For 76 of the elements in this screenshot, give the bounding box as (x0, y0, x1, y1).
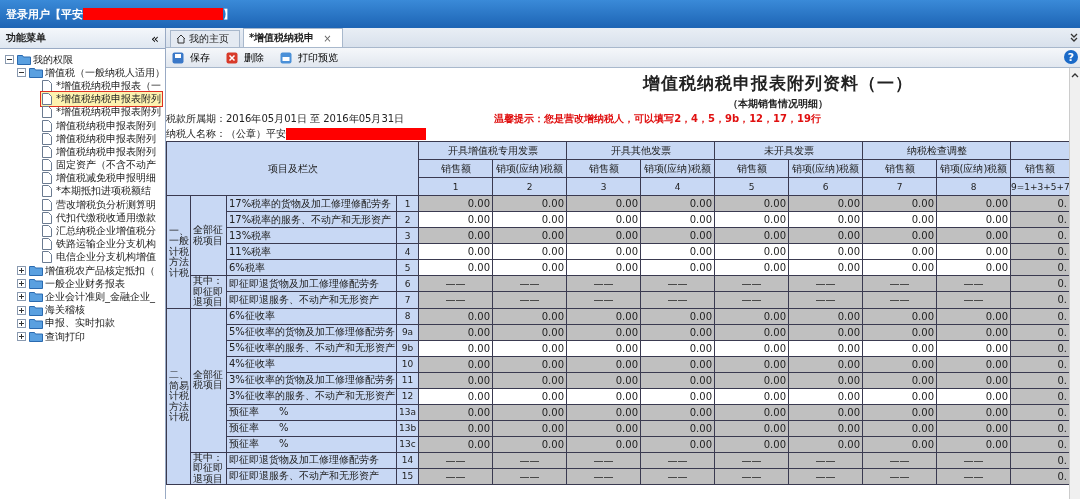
sidebar-title: 功能菜单 (6, 31, 46, 45)
expand-icon[interactable] (17, 266, 26, 276)
folder-icon (29, 304, 43, 316)
column-header: 项目及栏次 (166, 141, 419, 196)
document-icon (42, 106, 52, 119)
document-icon (42, 185, 52, 198)
help-icon[interactable]: ? (1064, 50, 1078, 64)
printer-icon (280, 51, 292, 64)
form-title: 增值税纳税申报表附列资料（一） (642, 72, 913, 95)
tree-item[interactable]: *增值税纳税申报表（一 (40, 77, 163, 94)
tree-folder[interactable]: 增值税农产品核定抵扣（ (45, 263, 155, 278)
collapse-icon[interactable] (17, 68, 26, 78)
folder-icon (17, 54, 31, 66)
expand-icon[interactable] (17, 292, 26, 302)
tab[interactable]: *增值税纳税申 × (243, 28, 343, 47)
tree-folder[interactable]: 增值税（一般纳税人适用） (45, 65, 165, 80)
folder-icon (29, 67, 43, 79)
subsection-label: 其中：即征即退项目 (193, 453, 224, 484)
tab[interactable]: 我的主页 (170, 30, 240, 47)
tree-folder[interactable]: 一般企业财务报表 (45, 276, 125, 291)
column-group-header: 开具增值税专用发票 (418, 141, 567, 160)
column-group-header: 未开具发票 (714, 141, 863, 160)
document-icon (42, 198, 52, 211)
subsection-label: 其中：即征即退项目 (193, 276, 224, 307)
expand-icon[interactable] (17, 332, 26, 342)
folder-icon (29, 278, 43, 290)
document-icon (42, 132, 52, 145)
login-user-label: 登录用户【平安 (6, 6, 83, 22)
login-user-suffix: 】 (223, 6, 234, 22)
save-icon (172, 51, 184, 64)
tree-folder[interactable]: 申报、实时扣款 (45, 316, 115, 331)
folder-icon (29, 265, 43, 277)
document-icon (42, 159, 52, 172)
collapse-sidebar-button[interactable]: « (151, 31, 159, 45)
tree-item[interactable]: 固定资产（不含不动产 (40, 157, 158, 174)
taxpayer-name-label: 纳税人名称：（公章）平安 (166, 126, 286, 141)
document-icon (42, 251, 52, 264)
chevron-down-icon[interactable] (1070, 33, 1078, 42)
toolbar-button[interactable]: 打印预览 (278, 50, 348, 65)
document-icon (42, 225, 52, 238)
toolbar-button[interactable]: 删除 (224, 50, 274, 65)
document-icon (42, 119, 52, 132)
home-icon (176, 34, 186, 44)
tree-item[interactable]: *增值税纳税申报表附列 (40, 91, 163, 108)
folder-icon (29, 291, 43, 303)
delete-icon (226, 51, 238, 64)
close-tab-button[interactable]: × (323, 32, 332, 44)
folder-icon (29, 317, 43, 329)
tree-folder[interactable]: 海关稽核 (45, 303, 85, 318)
subsection-label: 全部征税项目 (193, 369, 224, 391)
notice-text: 温馨提示：您是营改增纳税人，可以填写2，4，5，9b，12，17，19行 (494, 111, 821, 126)
column-group-header: 开具其他发票 (566, 141, 715, 160)
tree-folder[interactable]: 查询打印 (45, 329, 85, 344)
document-icon (42, 79, 52, 92)
folder-icon (29, 331, 43, 343)
document-icon (42, 145, 52, 158)
column-group-header: 纳税检查调整 (862, 141, 1011, 160)
document-icon (42, 238, 52, 251)
section-label: 二、简易计税方法计税 (169, 370, 189, 423)
scrollbar[interactable] (1069, 68, 1080, 499)
document-icon (42, 172, 52, 185)
tree-folder[interactable]: 企业会计准则_金融企业_ (45, 289, 155, 304)
expand-icon[interactable] (17, 305, 26, 315)
tree-folder[interactable]: 我的权限 (33, 52, 73, 67)
section-label: 一、一般计税方法计税 (169, 225, 189, 278)
tax-period: 税款所属期：2016年05月01日 至 2016年05月31日 (166, 111, 405, 126)
collapse-icon[interactable] (5, 55, 14, 65)
expand-icon[interactable] (17, 318, 26, 328)
expand-icon[interactable] (17, 279, 26, 289)
document-icon (42, 93, 52, 106)
form-subtitle: （本期销售情况明细） (727, 97, 828, 111)
document-icon (42, 211, 52, 224)
toolbar-button[interactable]: 保存 (170, 50, 220, 65)
subsection-label: 全部征税项目 (193, 225, 224, 246)
scroll-up-icon[interactable] (1071, 72, 1079, 78)
header-cell (1010, 141, 1070, 160)
